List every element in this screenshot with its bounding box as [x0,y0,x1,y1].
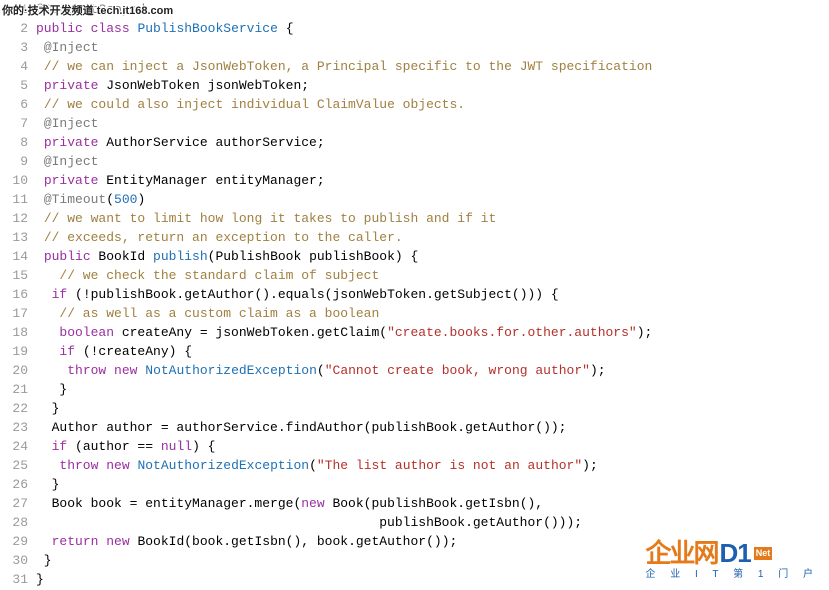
line-number: 26 [0,475,36,494]
line-number: 6 [0,95,36,114]
logo-cn-text: 企业网 [645,544,717,563]
code-line: 8 private AuthorService authorService; [0,133,829,152]
code-line: 10 private EntityManager entityManager; [0,171,829,190]
line-content: @RequestScoped [36,0,829,19]
code-line: 11 @Timeout(500) [0,190,829,209]
code-line: 19 if (!createAny) { [0,342,829,361]
line-content: // exceeds, return an exception to the c… [36,228,829,247]
line-content: // we could also inject individual Claim… [36,95,829,114]
line-content: Author author = authorService.findAuthor… [36,418,829,437]
line-content: // we can inject a JsonWebToken, a Princ… [36,57,829,76]
line-content: @Inject [36,114,829,133]
logo-net: Net [754,547,773,560]
line-number: 9 [0,152,36,171]
line-number: 30 [0,551,36,570]
line-content: // as well as a custom claim as a boolea… [36,304,829,323]
line-number: 11 [0,190,36,209]
line-number: 10 [0,171,36,190]
line-number: 16 [0,285,36,304]
code-line: 12 // we want to limit how long it takes… [0,209,829,228]
line-number: 4 [0,57,36,76]
logo-brand: D1 [719,544,750,563]
code-block: 1@RequestScoped2public class PublishBook… [0,0,829,589]
line-content: @Timeout(500) [36,190,829,209]
line-number: 31 [0,570,36,589]
line-content: if (author == null) { [36,437,829,456]
line-number: 25 [0,456,36,475]
code-line: 15 // we check the standard claim of sub… [0,266,829,285]
code-line: 24 if (author == null) { [0,437,829,456]
line-number: 22 [0,399,36,418]
code-line: 22 } [0,399,829,418]
bottom-right-logo: 企业网 D1 Net 企 业 I T 第 1 门 户 [645,544,819,584]
line-content: private AuthorService authorService; [36,133,829,152]
line-number: 5 [0,76,36,95]
code-line: 27 Book book = entityManager.merge(new B… [0,494,829,513]
line-number: 27 [0,494,36,513]
line-content: } [36,380,829,399]
line-content: private EntityManager entityManager; [36,171,829,190]
line-number: 24 [0,437,36,456]
line-content: throw new NotAuthorizedException("The li… [36,456,829,475]
line-number: 29 [0,532,36,551]
line-content: publishBook.getAuthor())); [36,513,829,532]
line-number: 28 [0,513,36,532]
code-line: 5 private JsonWebToken jsonWebToken; [0,76,829,95]
line-number: 17 [0,304,36,323]
code-line: 28 publishBook.getAuthor())); [0,513,829,532]
line-content: throw new NotAuthorizedException("Cannot… [36,361,829,380]
code-line: 18 boolean createAny = jsonWebToken.getC… [0,323,829,342]
code-line: 16 if (!publishBook.getAuthor().equals(j… [0,285,829,304]
line-content: } [36,475,829,494]
code-line: 2public class PublishBookService { [0,19,829,38]
line-number: 20 [0,361,36,380]
line-number: 14 [0,247,36,266]
line-content: if (!createAny) { [36,342,829,361]
code-line: 20 throw new NotAuthorizedException("Can… [0,361,829,380]
code-line: 17 // as well as a custom claim as a boo… [0,304,829,323]
line-content: @Inject [36,152,829,171]
line-number: 7 [0,114,36,133]
line-content: private JsonWebToken jsonWebToken; [36,76,829,95]
line-number: 23 [0,418,36,437]
line-content: Book book = entityManager.merge(new Book… [36,494,829,513]
code-line: 6 // we could also inject individual Cla… [0,95,829,114]
line-number: 8 [0,133,36,152]
code-line: 23 Author author = authorService.findAut… [0,418,829,437]
code-line: 14 public BookId publish(PublishBook pub… [0,247,829,266]
code-line: 13 // exceeds, return an exception to th… [0,228,829,247]
line-number: 21 [0,380,36,399]
code-line: 4 // we can inject a JsonWebToken, a Pri… [0,57,829,76]
code-line: 25 throw new NotAuthorizedException("The… [0,456,829,475]
logo-subtitle: 企 业 I T 第 1 门 户 [645,565,819,584]
code-line: 9 @Inject [0,152,829,171]
line-content: } [36,399,829,418]
code-line: 3 @Inject [0,38,829,57]
code-line: 26 } [0,475,829,494]
line-number: 19 [0,342,36,361]
line-number: 1 [0,0,36,19]
code-line: 1@RequestScoped [0,0,829,19]
line-content: // we want to limit how long it takes to… [36,209,829,228]
line-number: 12 [0,209,36,228]
code-line: 7 @Inject [0,114,829,133]
line-number: 3 [0,38,36,57]
code-line: 21 } [0,380,829,399]
line-number: 13 [0,228,36,247]
line-content: boolean createAny = jsonWebToken.getClai… [36,323,829,342]
line-content: public BookId publish(PublishBook publis… [36,247,829,266]
line-content: // we check the standard claim of subjec… [36,266,829,285]
line-number: 2 [0,19,36,38]
line-content: public class PublishBookService { [36,19,829,38]
line-number: 15 [0,266,36,285]
line-number: 18 [0,323,36,342]
line-content: if (!publishBook.getAuthor().equals(json… [36,285,829,304]
line-content: @Inject [36,38,829,57]
